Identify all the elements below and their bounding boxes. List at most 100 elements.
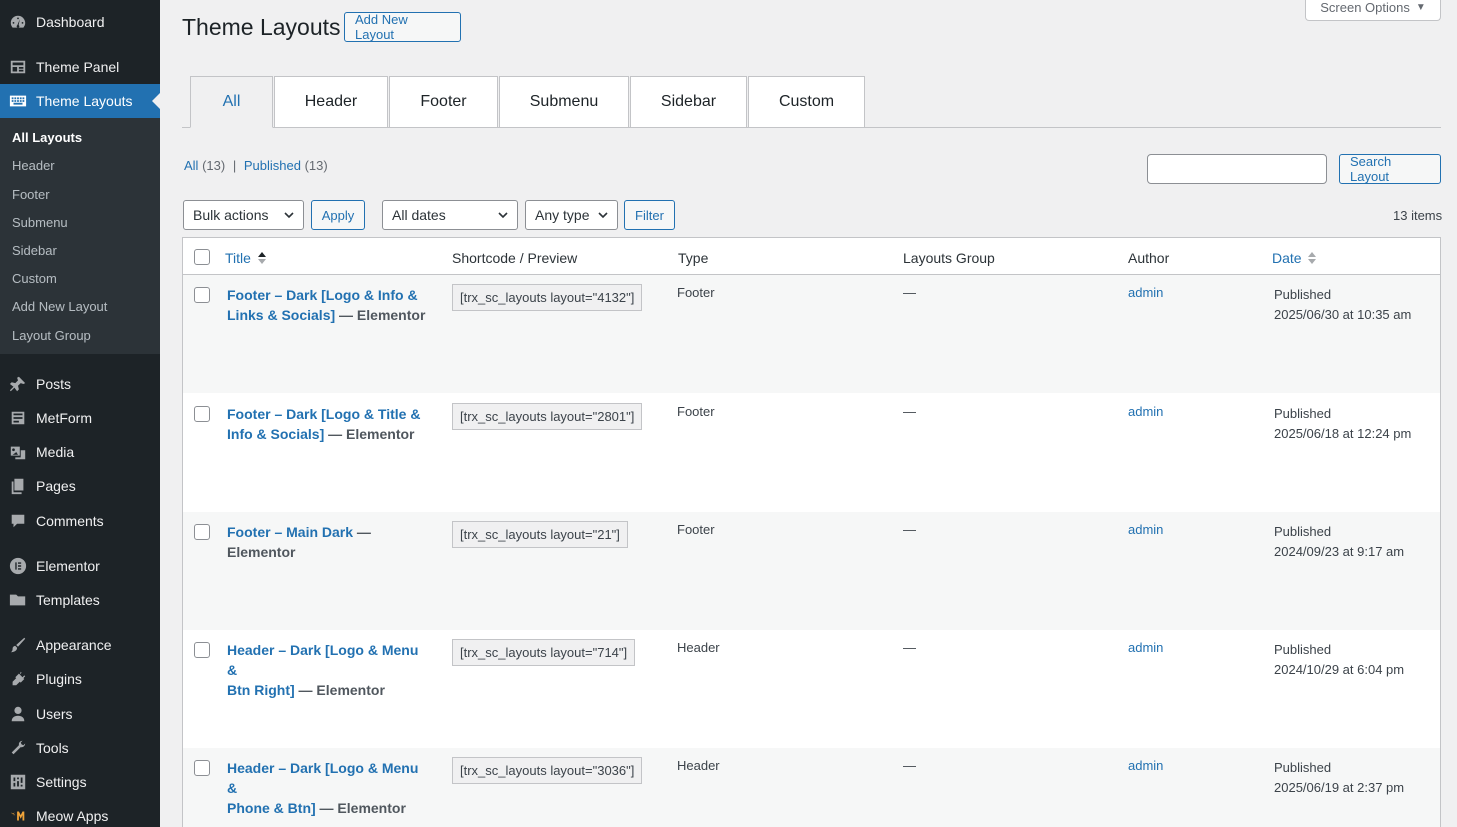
row-checkbox[interactable] [194, 524, 210, 540]
tab-footer[interactable]: Footer [389, 76, 498, 128]
row-checkbox[interactable] [194, 760, 210, 776]
shortcode-box[interactable]: [trx_sc_layouts layout="3036"] [452, 757, 643, 784]
author-link[interactable]: admin [1128, 285, 1163, 300]
menu-item-tools[interactable]: Tools [0, 731, 160, 765]
submenu-footer[interactable]: Footer [12, 187, 50, 202]
title-cell: Footer – Dark [Logo & Info & Links & Soci… [227, 285, 427, 325]
menu-item-theme-panel[interactable]: Theme Panel [0, 50, 160, 84]
column-date-label: Date [1272, 250, 1302, 266]
group-cell: — [903, 404, 916, 419]
date-cell: Published 2025/06/18 at 12:24 pm [1274, 406, 1412, 441]
search-layout-button[interactable]: Search Layout [1339, 154, 1441, 184]
bulk-actions-select[interactable]: Bulk actions [183, 200, 304, 230]
type-select[interactable]: Any type [525, 200, 618, 230]
menu-label: Comments [36, 513, 104, 529]
search-input[interactable] [1147, 154, 1327, 184]
submenu-sidebar[interactable]: Sidebar [12, 243, 57, 258]
screen-options-label: Screen Options [1320, 0, 1410, 15]
menu-item-media[interactable]: Media [0, 435, 160, 469]
pin-icon [8, 374, 28, 394]
page-title: Theme Layouts [182, 14, 341, 40]
dates-value: All dates [392, 207, 446, 223]
table-row: Footer – Main Dark — Elementor [trx_sc_l… [183, 512, 1440, 630]
menu-item-pages[interactable]: Pages [0, 469, 160, 503]
settings-icon [8, 772, 28, 792]
users-icon [8, 704, 28, 724]
tab-header[interactable]: Header [274, 76, 388, 128]
screen-options-button[interactable]: Screen Options ▼ [1305, 0, 1441, 21]
column-type: Type [678, 250, 709, 266]
status-all-link[interactable]: All [184, 158, 198, 173]
tab-all[interactable]: All [190, 76, 273, 128]
chevron-down-icon [498, 212, 508, 219]
shortcode-box[interactable]: [trx_sc_layouts layout="714"] [452, 639, 636, 666]
submenu-custom[interactable]: Custom [12, 271, 57, 286]
table-row: Footer – Dark [Logo & Info & Links & Soci… [183, 275, 1440, 393]
shortcode-box[interactable]: [trx_sc_layouts layout="21"] [452, 521, 628, 548]
group-cell: — [903, 758, 916, 773]
shortcode-box[interactable]: [trx_sc_layouts layout="4132"] [452, 284, 643, 311]
dates-select[interactable]: All dates [382, 200, 518, 230]
menu-label: Tools [36, 740, 69, 756]
shortcode-box[interactable]: [trx_sc_layouts layout="2801"] [452, 403, 643, 430]
submenu-header[interactable]: Header [12, 158, 55, 173]
menu-item-metform[interactable]: MetForm [0, 401, 160, 435]
submenu-submenu[interactable]: Submenu [12, 215, 68, 230]
select-all-checkbox[interactable] [194, 249, 210, 265]
type-cell: Footer [677, 285, 715, 300]
table-header: Title Shortcode / Preview Type Layouts G… [183, 238, 1440, 275]
group-cell: — [903, 285, 916, 300]
row-checkbox[interactable] [194, 642, 210, 658]
menu-item-comments[interactable]: Comments [0, 504, 160, 538]
row-checkbox[interactable] [194, 406, 210, 422]
folder-icon [8, 590, 28, 610]
date-cell: Published 2025/06/19 at 2:37 pm [1274, 760, 1405, 795]
chevron-down-icon [284, 212, 294, 219]
sort-icon [1308, 252, 1317, 264]
type-cell: Footer [677, 522, 715, 537]
menu-item-elementor[interactable]: Elementor [0, 549, 160, 583]
elementor-icon [8, 556, 28, 576]
theme-panel-icon [8, 57, 28, 77]
menu-item-posts[interactable]: Posts [0, 367, 160, 401]
submenu-layout-group[interactable]: Layout Group [12, 328, 91, 343]
column-date[interactable]: Date [1272, 250, 1317, 266]
author-link[interactable]: admin [1128, 522, 1163, 537]
status-published-link[interactable]: Published [244, 158, 301, 173]
author-link[interactable]: admin [1128, 404, 1163, 419]
tab-sidebar[interactable]: Sidebar [630, 76, 747, 128]
submenu-add-new-layout[interactable]: Add New Layout [12, 299, 107, 314]
title-cell: Header – Dark [Logo & Menu & Phone & Btn]… [227, 758, 427, 818]
menu-item-users[interactable]: Users [0, 697, 160, 731]
brush-icon [8, 635, 28, 655]
submenu-all-layouts[interactable]: All Layouts [12, 130, 82, 145]
wrench-icon [8, 738, 28, 758]
layout-title-link[interactable]: Footer – Main Dark [227, 524, 353, 540]
tab-submenu[interactable]: Submenu [499, 76, 629, 128]
menu-label: Appearance [36, 637, 112, 653]
menu-item-appearance[interactable]: Appearance [0, 628, 160, 662]
menu-label: Media [36, 444, 75, 460]
menu-item-dashboard[interactable]: Dashboard [0, 5, 160, 39]
menu-label: Plugins [36, 671, 82, 687]
menu-item-theme-layouts[interactable]: Theme Layouts [0, 84, 160, 118]
media-icon [8, 442, 28, 462]
dashboard-icon [8, 12, 28, 32]
column-title[interactable]: Title [225, 250, 267, 266]
type-cell: Header [677, 758, 720, 773]
row-checkbox[interactable] [194, 287, 210, 303]
apply-button[interactable]: Apply [311, 200, 365, 230]
status-filter-links: All (13) | Published (13) [184, 158, 328, 173]
menu-item-templates[interactable]: Templates [0, 583, 160, 617]
add-new-layout-button[interactable]: Add New Layout [344, 12, 461, 42]
menu-item-plugins[interactable]: Plugins [0, 662, 160, 696]
menu-label: Theme Panel [36, 59, 120, 75]
filter-button[interactable]: Filter [624, 200, 675, 230]
tab-custom[interactable]: Custom [748, 76, 865, 128]
plugin-icon [8, 669, 28, 689]
metform-icon [8, 408, 28, 428]
menu-item-settings[interactable]: Settings [0, 765, 160, 799]
author-link[interactable]: admin [1128, 640, 1163, 655]
menu-item-meow-apps[interactable]: Meow Apps [0, 799, 160, 827]
author-link[interactable]: admin [1128, 758, 1163, 773]
